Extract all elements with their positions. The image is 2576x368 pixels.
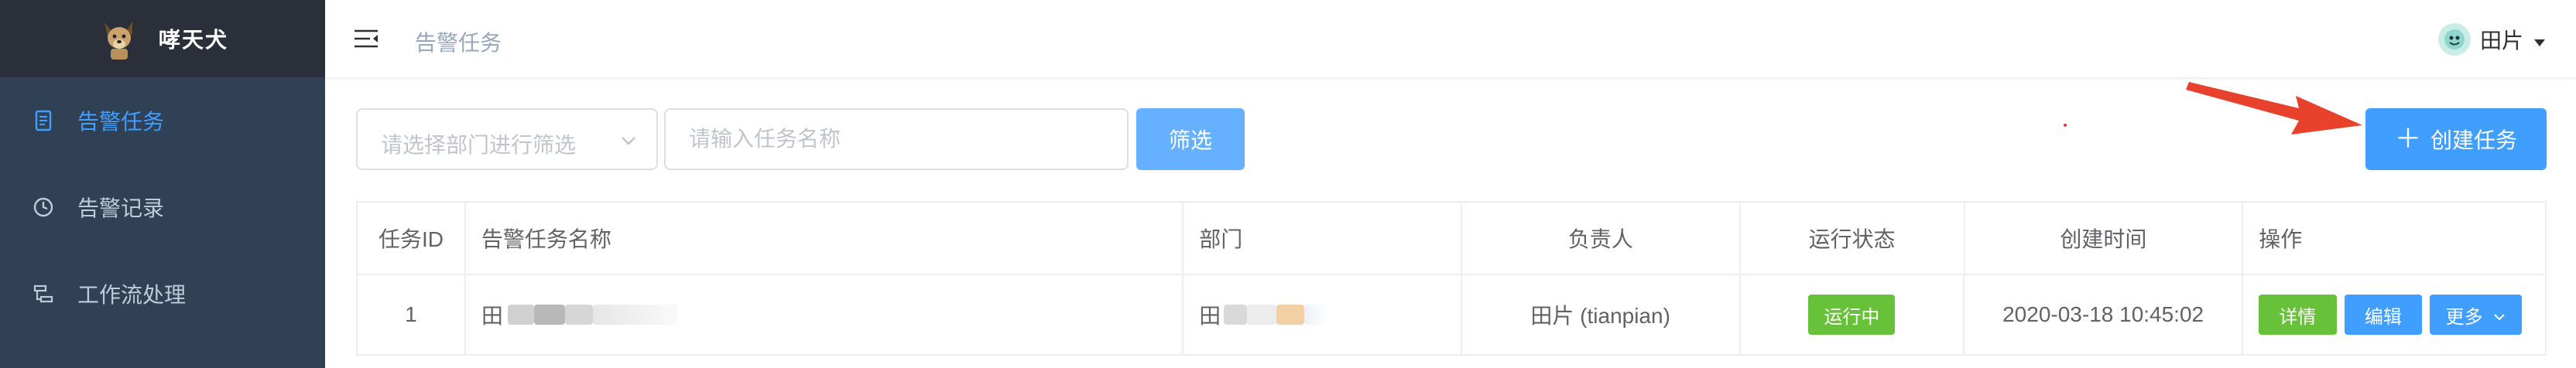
create-task-label: 创建任务: [2430, 128, 2517, 152]
workflow-icon: [33, 283, 54, 305]
brand-name: 哮天犬: [158, 28, 228, 52]
chevron-down-icon: [619, 131, 638, 150]
task-id-cell: 1: [358, 275, 466, 356]
department-select-placeholder: 请选择部门进行筛选: [381, 133, 577, 157]
sidebar-item-alert-records[interactable]: 告警记录: [0, 164, 325, 250]
department-cell: 田: [1184, 275, 1462, 356]
edit-button[interactable]: 编辑: [2344, 295, 2423, 335]
task-name-input[interactable]: [666, 110, 1127, 169]
brand[interactable]: 哮天犬: [0, 0, 325, 77]
annotation-arrow-icon: [2186, 82, 2362, 135]
column-header[interactable]: 运行状态: [1740, 203, 1965, 275]
user-name: 田片: [2479, 29, 2523, 53]
task-name-cell: 田: [465, 275, 1184, 356]
task-name-text: 田: [481, 304, 503, 328]
filter-button[interactable]: 筛选: [1136, 108, 1245, 170]
table-row: 1 田 田 田片 (tianpian) 运行中 2020-03-18 10:45…: [358, 275, 2547, 356]
red-dot: [2064, 124, 2067, 127]
sidebar: 哮天犬 告警任务 告警记录 工作流处理: [0, 0, 325, 368]
clock-icon: [33, 196, 54, 218]
plus-icon: ＋: [2394, 124, 2421, 154]
created-at-cell: 2020-03-18 10:45:02: [1965, 275, 2243, 356]
sidebar-item-workflow[interactable]: 工作流处理: [0, 250, 325, 337]
user-menu[interactable]: 田片: [2437, 23, 2545, 56]
sidebar-item-label: 告警任务: [77, 110, 165, 134]
dog-logo-icon: [97, 16, 142, 61]
sidebar-item-label: 告警记录: [77, 196, 165, 220]
column-header[interactable]: 操作: [2243, 203, 2547, 275]
column-header[interactable]: 任务ID: [358, 203, 466, 275]
breadcrumb[interactable]: 告警任务: [415, 26, 502, 57]
more-dropdown-button[interactable]: 更多: [2430, 295, 2522, 335]
column-header[interactable]: 负责人: [1461, 203, 1741, 275]
status-badge: 运行中: [1808, 295, 1896, 335]
column-header[interactable]: 告警任务名称: [465, 203, 1184, 275]
table-header-row: 任务ID 告警任务名称 部门 负责人 运行状态 创建时间 操作: [358, 203, 2547, 275]
actions-cell: 详情 编辑 更多: [2242, 275, 2547, 356]
top-header: 告警任务 田片: [325, 0, 2576, 77]
more-label: 更多: [2445, 306, 2483, 328]
task-table: 任务ID 告警任务名称 部门 负责人 运行状态 创建时间 操作 1 田 田 田片…: [356, 201, 2547, 356]
sidebar-menu: 告警任务 告警记录 工作流处理: [0, 77, 325, 337]
create-task-button[interactable]: ＋ 创建任务: [2365, 108, 2547, 170]
sidebar-item-label: 工作流处理: [77, 283, 187, 307]
caret-down-icon: [2534, 39, 2545, 46]
column-header[interactable]: 部门: [1184, 203, 1462, 275]
department-text: 田: [1199, 304, 1221, 328]
task-name-field: [664, 108, 1129, 170]
document-icon: [33, 110, 54, 131]
redacted-text: [1221, 305, 1331, 325]
redacted-text: [505, 305, 678, 325]
department-select[interactable]: 请选择部门进行筛选: [356, 108, 658, 170]
avatar: [2437, 23, 2471, 56]
owner-cell: 田片 (tianpian): [1461, 275, 1741, 356]
status-cell: 运行中: [1740, 275, 1965, 356]
hamburger-icon[interactable]: [353, 26, 379, 52]
chevron-down-icon: [2492, 308, 2506, 322]
sidebar-item-alert-tasks[interactable]: 告警任务: [0, 77, 325, 164]
detail-button[interactable]: 详情: [2258, 295, 2337, 335]
column-header[interactable]: 创建时间: [1965, 203, 2244, 275]
